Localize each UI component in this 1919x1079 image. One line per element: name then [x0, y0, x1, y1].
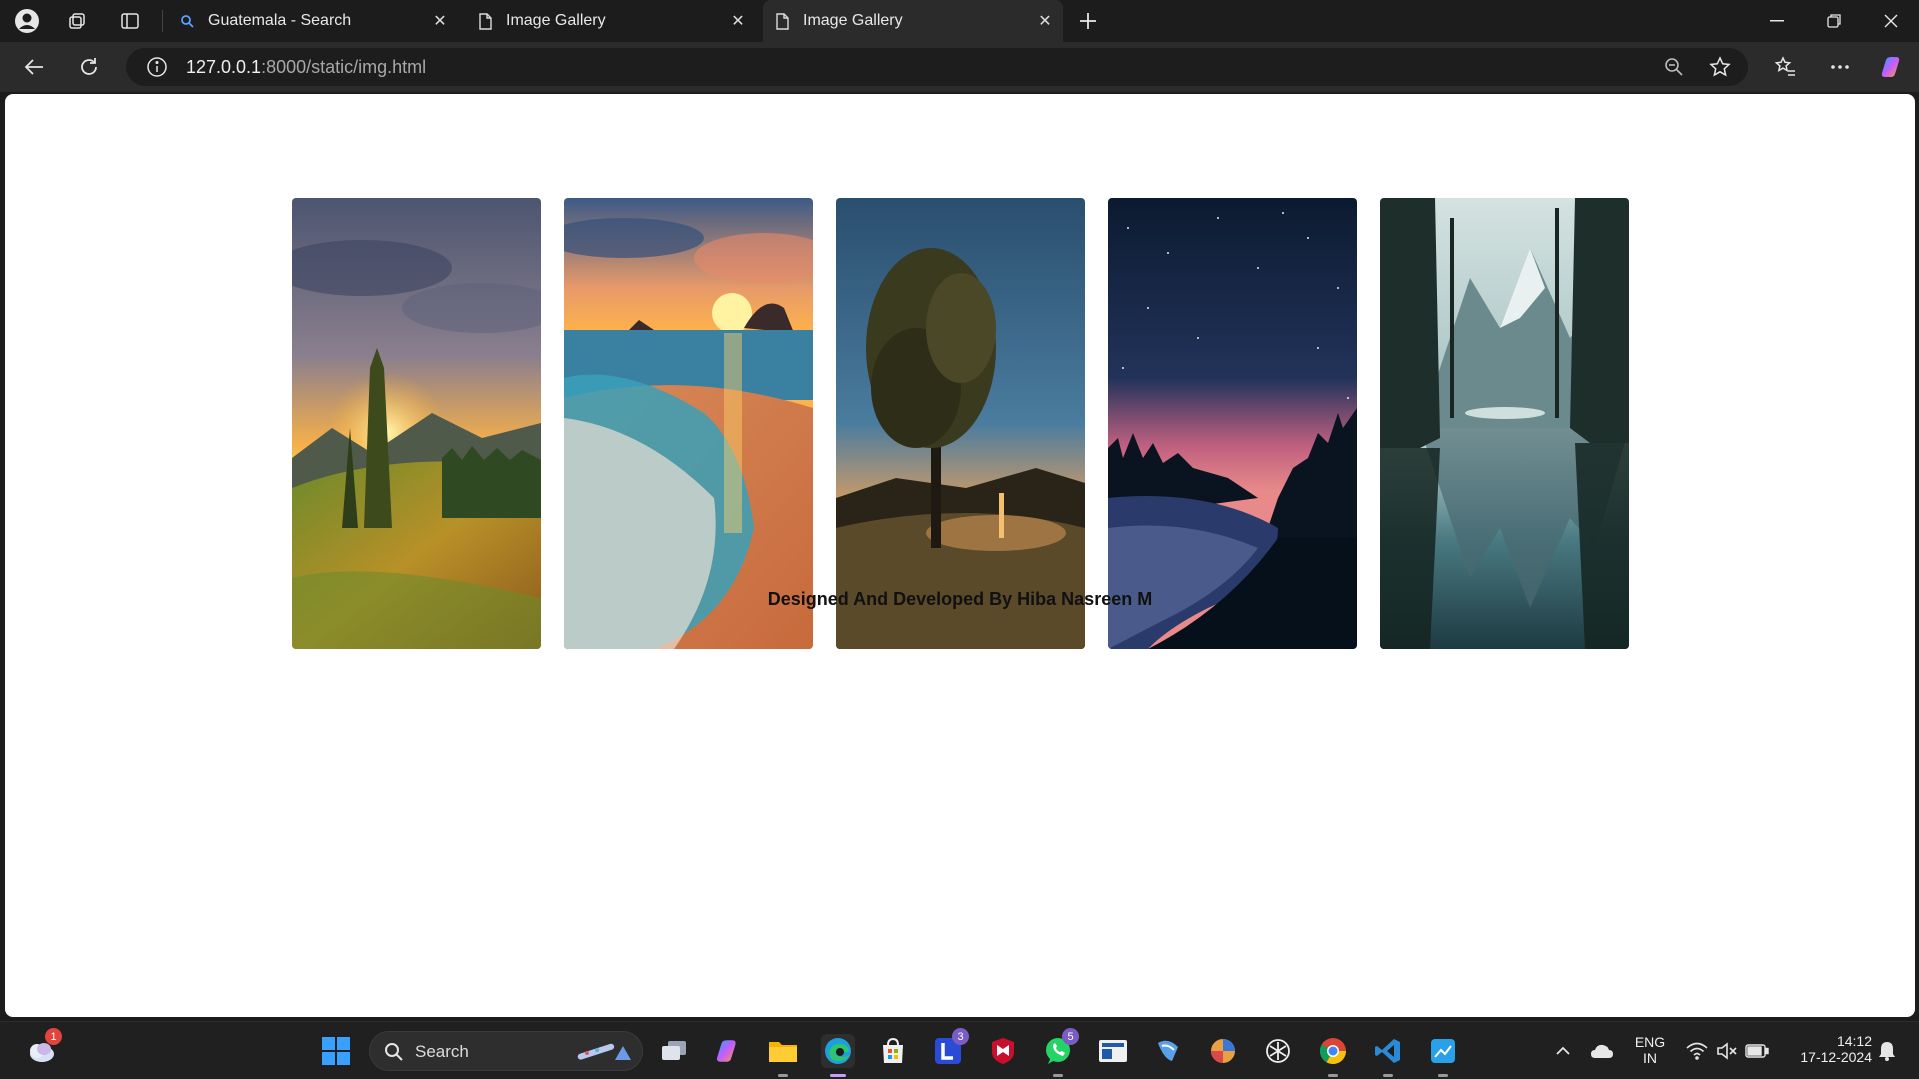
tab-guatemala-search[interactable]: Guatemala - Search ✕ [168, 0, 458, 42]
close-icon[interactable]: ✕ [430, 11, 450, 31]
navigation-bar: 127.0.0.1:8000/static/img.html [0, 42, 1919, 92]
tab-label: Guatemala - Search [208, 12, 352, 29]
whatsapp-icon[interactable]: 5 [1041, 1028, 1079, 1077]
meadow-sunset-illustration [292, 198, 541, 649]
close-icon[interactable]: ✕ [728, 11, 748, 31]
running-indicator [778, 1074, 788, 1077]
search-label: Search [415, 1042, 469, 1061]
tab-divider [162, 10, 163, 32]
gallery-image-beach-sunset[interactable] [564, 198, 813, 649]
search-highlight-icon [575, 1040, 635, 1069]
l-app-badge: 3 [952, 1028, 969, 1045]
more-options-icon[interactable] [1823, 51, 1857, 83]
running-indicator [1053, 1074, 1063, 1077]
footer-credit: Designed And Developed By Hiba Nasreen M [767, 589, 1153, 609]
page-icon [773, 12, 791, 30]
browser-title-bar: Guatemala - Search ✕ Image Gallery ✕ Ima… [0, 0, 1919, 42]
running-indicator [1438, 1074, 1448, 1077]
start-menu-icon[interactable] [319, 1034, 353, 1068]
back-icon[interactable] [17, 51, 51, 83]
wifi-icon[interactable] [1680, 1034, 1714, 1068]
zoom-icon[interactable] [1664, 57, 1684, 82]
tree-dusk-illustration [836, 198, 1085, 649]
favorites-list-icon[interactable] [1768, 51, 1802, 83]
running-indicator [1328, 1074, 1338, 1077]
gallery-image-night-lake[interactable] [1108, 198, 1357, 649]
gallery-image-mountain-lake[interactable] [1380, 198, 1629, 649]
battery-icon[interactable] [1740, 1034, 1774, 1068]
chrome-icon[interactable] [1316, 1034, 1350, 1077]
taskbar: 1 Search 3 5 ENG IN 14:12 17-12-2024 [0, 1021, 1919, 1079]
mcafee-icon[interactable] [986, 1034, 1020, 1068]
night-lake-illustration [1108, 198, 1357, 649]
url-path: :8000/static/img.html [261, 57, 427, 77]
news-app-icon[interactable] [1096, 1034, 1130, 1068]
minimize-icon[interactable] [1757, 6, 1797, 36]
photos-app-icon[interactable] [1206, 1034, 1240, 1068]
profile-avatar-icon[interactable] [13, 7, 41, 35]
page-icon [476, 12, 494, 30]
clock-date: 17-12-2024 [1800, 1049, 1872, 1065]
language-line2: IN [1643, 1050, 1657, 1066]
favorite-star-icon[interactable] [1709, 56, 1731, 83]
refresh-icon[interactable] [72, 51, 106, 83]
notification-bell-icon[interactable] [1870, 1034, 1904, 1068]
copilot-app-icon[interactable] [712, 1034, 746, 1068]
search-icon [384, 1042, 404, 1067]
workspaces-icon[interactable] [63, 7, 91, 35]
edge-browser-icon[interactable] [821, 1034, 855, 1077]
clock[interactable]: 14:12 17-12-2024 [1782, 1033, 1872, 1065]
mountain-lake-illustration [1380, 198, 1629, 649]
copilot-icon[interactable] [1876, 51, 1910, 83]
onedrive-icon[interactable] [1585, 1034, 1619, 1068]
vscode-icon[interactable] [1371, 1034, 1405, 1077]
taskbar-search-box[interactable]: Search [369, 1031, 643, 1071]
close-window-icon[interactable] [1871, 6, 1911, 36]
snipping-tool-icon[interactable] [1426, 1034, 1460, 1077]
task-view-icon[interactable] [657, 1034, 691, 1068]
search-icon [178, 12, 196, 30]
restore-icon[interactable] [1814, 6, 1854, 36]
page-viewport: Designed And Developed By Hiba Nasreen M [5, 94, 1915, 1017]
microsoft-store-icon[interactable] [876, 1034, 910, 1068]
weather-widget-icon[interactable]: 1 [24, 1028, 62, 1068]
file-explorer-icon[interactable] [766, 1034, 800, 1077]
clock-time: 14:12 [1836, 1033, 1872, 1049]
url-host: 127.0.0.1 [186, 57, 262, 77]
url-text[interactable]: 127.0.0.1:8000/static/img.html [186, 57, 426, 78]
weather-badge: 1 [45, 1028, 62, 1045]
running-indicator [1383, 1074, 1393, 1077]
tab-image-gallery-active[interactable]: Image Gallery ✕ [763, 0, 1063, 42]
chevron-up-icon[interactable] [1546, 1034, 1580, 1068]
close-icon[interactable]: ✕ [1035, 11, 1055, 31]
gallery-image-tree-dusk[interactable] [836, 198, 1085, 649]
whatsapp-badge: 5 [1062, 1028, 1079, 1045]
language-indicator[interactable]: ENG IN [1628, 1034, 1672, 1066]
tab-label: Image Gallery [803, 12, 903, 29]
vertical-tabs-icon[interactable] [116, 7, 144, 35]
language-line1: ENG [1634, 1034, 1666, 1050]
network-tool-icon[interactable] [1151, 1034, 1185, 1068]
tab-image-gallery[interactable]: Image Gallery ✕ [466, 0, 756, 42]
chatgpt-icon[interactable] [1261, 1034, 1295, 1068]
volume-muted-icon[interactable] [1710, 1034, 1744, 1068]
new-tab-icon[interactable] [1074, 7, 1102, 35]
l-app-icon[interactable]: 3 [931, 1028, 969, 1068]
gallery-image-meadow-sunset[interactable] [292, 198, 541, 649]
address-bar[interactable]: 127.0.0.1:8000/static/img.html [126, 48, 1748, 86]
tab-label: Image Gallery [506, 12, 606, 29]
active-indicator [830, 1074, 846, 1077]
beach-sunset-illustration [564, 198, 813, 649]
info-icon[interactable] [146, 56, 168, 83]
